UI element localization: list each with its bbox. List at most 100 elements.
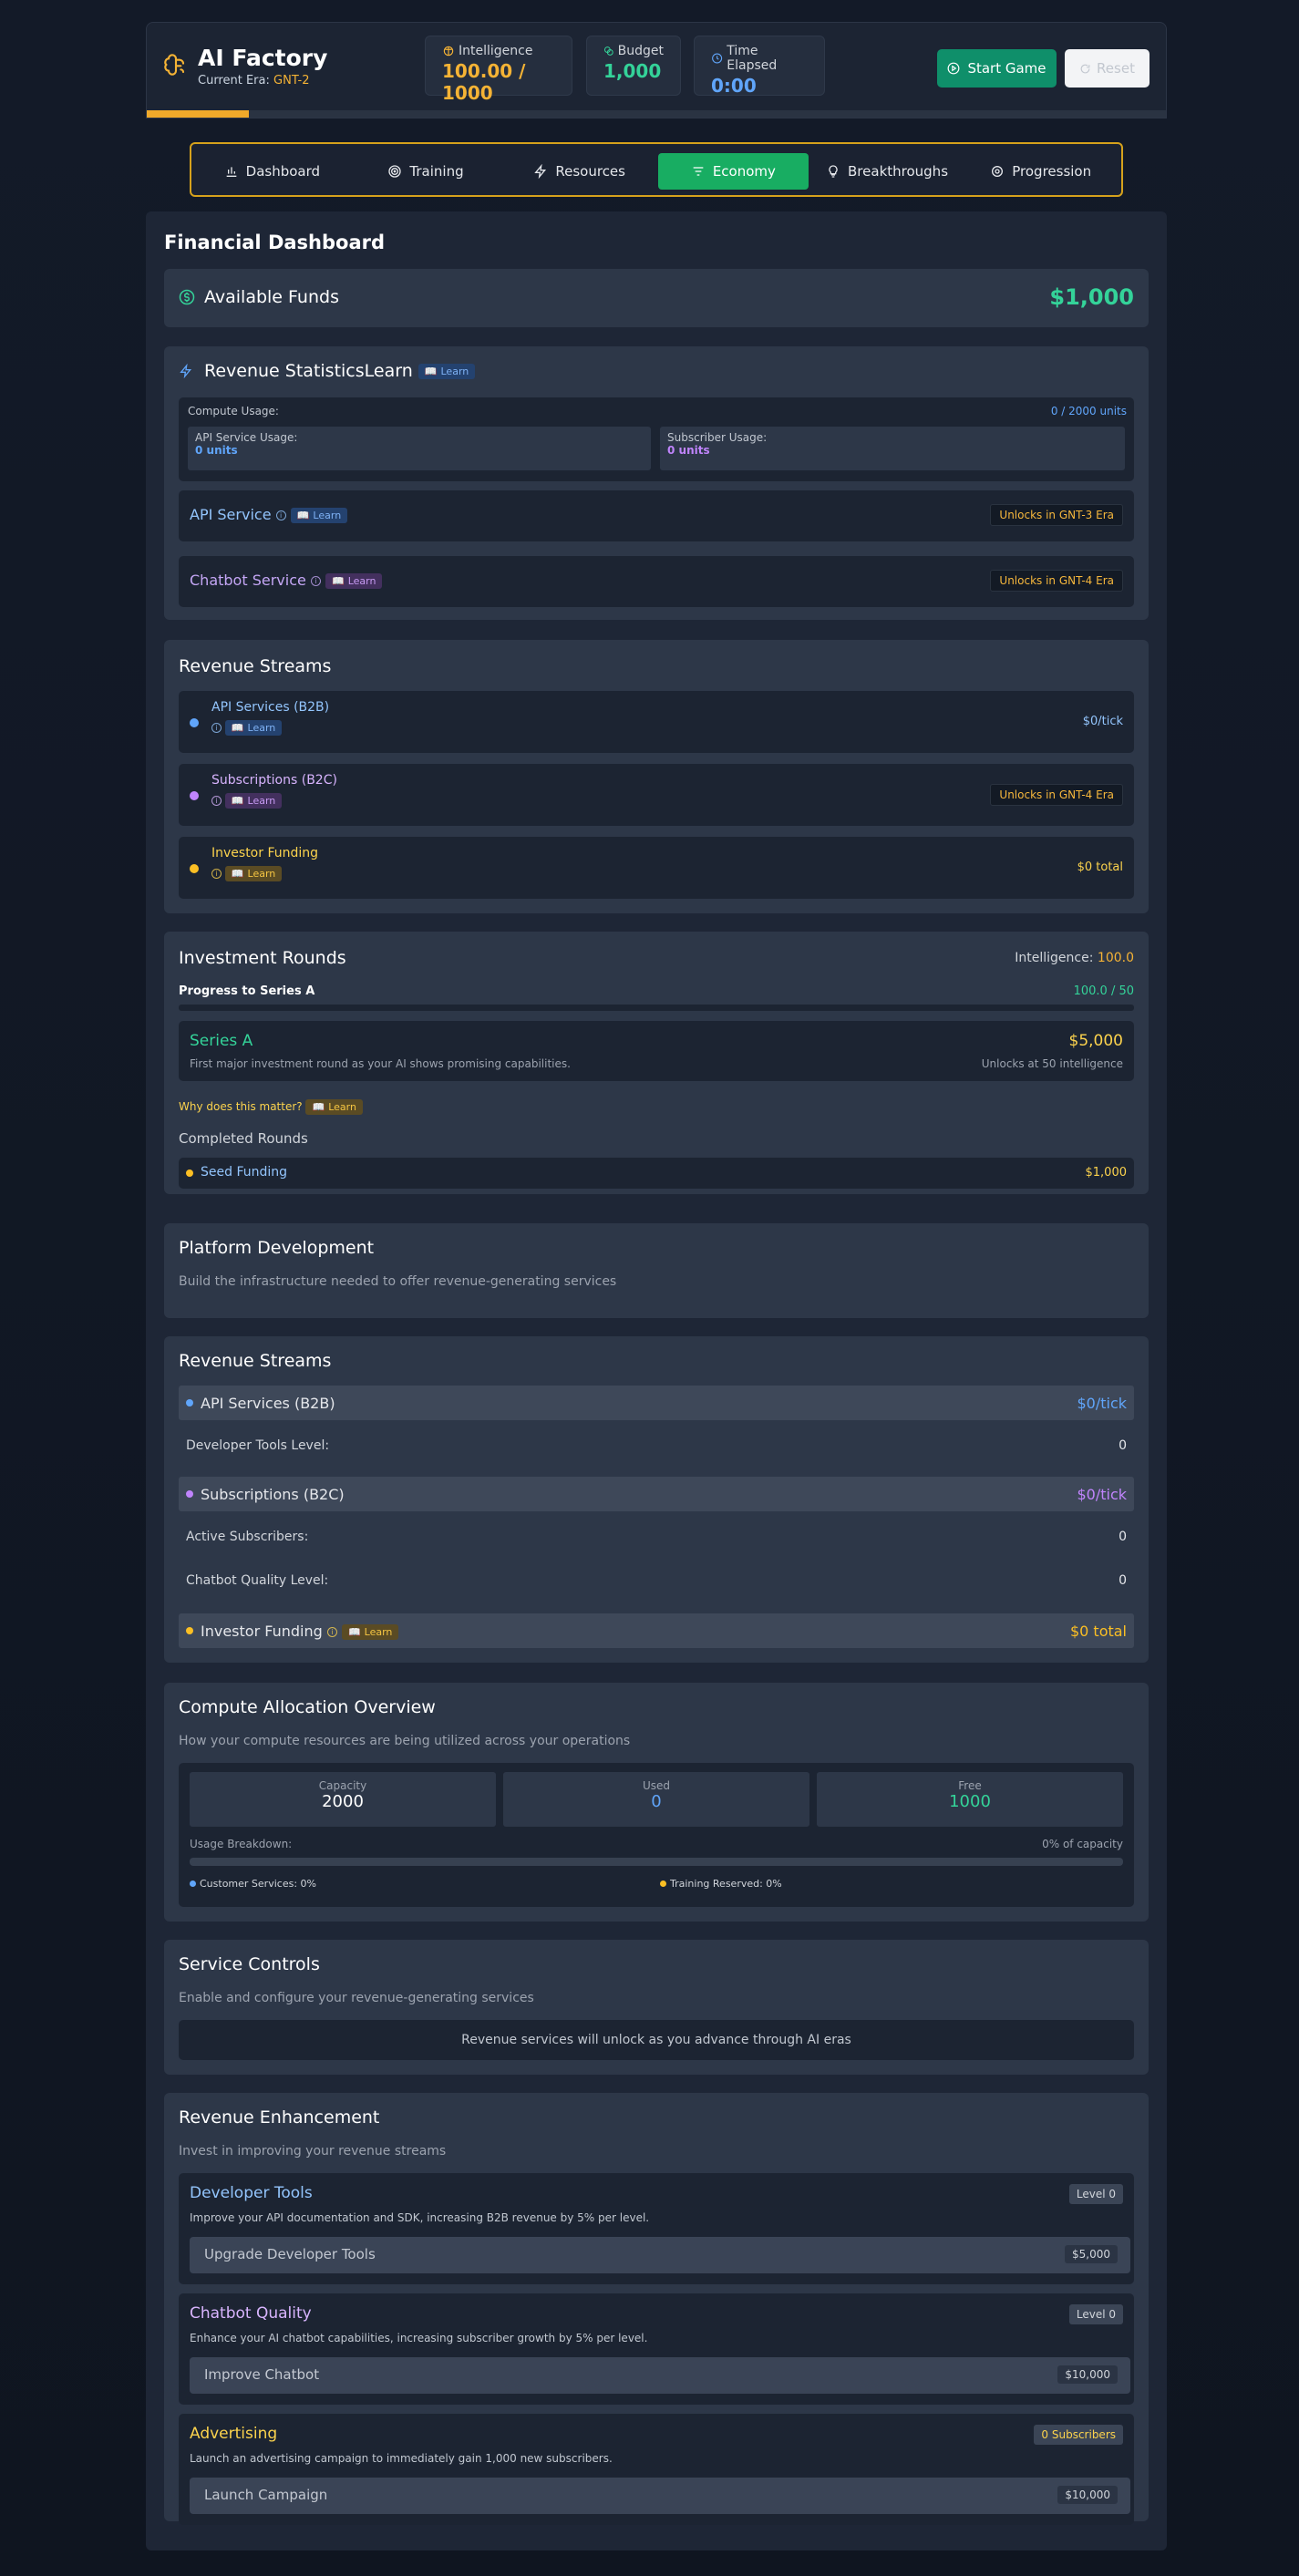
- subs-stream-header: Subscriptions (B2C) $0/tick: [179, 1477, 1134, 1511]
- current-era: Current Era: GNT-2: [198, 74, 310, 88]
- tab-dashboard[interactable]: Dashboard: [197, 153, 347, 190]
- info-icon[interactable]: i: [326, 1627, 337, 1637]
- service-notice: Revenue services will unlock as you adva…: [179, 2020, 1134, 2060]
- subscribers-badge: 0 Subscribers: [1034, 2425, 1123, 2445]
- price-tag: $10,000: [1057, 2365, 1118, 2384]
- play-icon: [948, 62, 960, 75]
- api-service-panel: API Service i 📖 Learn Unlocks in GNT-3 Er…: [179, 490, 1134, 541]
- revenue-streams-card: Revenue Streams API Services (B2B) i 📖 Le…: [164, 640, 1149, 913]
- info-icon[interactable]: i: [211, 723, 222, 733]
- compute-overview-panel: Capacity 2000 Used 0 Free 1000 Usage Bre…: [179, 1763, 1134, 1907]
- lightning-icon: [180, 364, 192, 378]
- era-progress-fill: [147, 110, 249, 118]
- book-icon: 📖: [296, 510, 310, 521]
- completed-round-row: Seed Funding $1,000: [179, 1158, 1134, 1189]
- brain-icon: [164, 54, 185, 76]
- lightning-icon: [534, 164, 547, 179]
- app-title: AI Factory: [198, 45, 328, 71]
- book-icon: 📖: [332, 575, 345, 587]
- revenue-statistics-title: Revenue StatisticsLearn 📖 Learn: [204, 361, 476, 381]
- refresh-icon: [1080, 64, 1090, 73]
- section-title: Compute Allocation Overview: [179, 1697, 436, 1717]
- stream-row-investor: Investor Funding i 📖 Learn $0 total: [179, 837, 1134, 899]
- section-title: Revenue Enhancement: [179, 2107, 380, 2128]
- developer-tools-panel: Developer Tools Level 0 Improve your API…: [179, 2173, 1134, 2284]
- section-title: Revenue Streams: [179, 656, 332, 676]
- learn-button[interactable]: 📖 Learn: [224, 866, 283, 881]
- reset-button[interactable]: Reset: [1065, 49, 1150, 88]
- budget-value: 1,000: [603, 60, 662, 82]
- coins-icon: [603, 46, 613, 56]
- price-tag: $5,000: [1065, 2245, 1118, 2263]
- learn-button[interactable]: 📖 Learn: [224, 720, 283, 736]
- tab-progression[interactable]: Progression: [965, 153, 1116, 190]
- intelligence-value: 100.00 / 1000: [442, 60, 526, 104]
- revenue-streams-detail-card: Revenue Streams API Services (B2B) $0/ti…: [164, 1336, 1149, 1663]
- tab-training[interactable]: Training: [351, 153, 501, 190]
- free-box: Free 1000: [817, 1772, 1123, 1827]
- section-title: Service Controls: [179, 1954, 320, 1974]
- subscriber-usage-box: Subscriber Usage: 0 units: [660, 427, 1125, 470]
- era-progress-bar: [147, 110, 1166, 118]
- capacity-box: Capacity 2000: [190, 1772, 496, 1827]
- api-usage-box: API Service Usage: 0 units: [188, 427, 651, 470]
- learn-button[interactable]: 📖 Learn: [341, 1624, 399, 1640]
- gear-icon: [992, 166, 1004, 177]
- status-dot: [186, 1170, 193, 1177]
- budget-stat: Budget 1,000: [586, 36, 681, 96]
- why-matter: Why does this matter? 📖 Learn: [179, 1099, 363, 1115]
- series-progress-fill: [179, 1005, 1134, 1011]
- revenue-statistics-card: Revenue StatisticsLearn 📖 Learn Compute U…: [164, 346, 1149, 620]
- unlock-badge: Unlocks in GNT-4 Era: [990, 570, 1123, 592]
- page-title: Financial Dashboard: [164, 232, 386, 253]
- clock-icon: [712, 53, 723, 64]
- revenue-enhancement-card: Revenue Enhancement Invest in improving …: [164, 2093, 1149, 2525]
- compute-usage-value: 0 / 2000 units: [1050, 405, 1127, 417]
- status-dot: [190, 791, 199, 800]
- improve-chatbot-button[interactable]: Improve Chatbot $10,000: [190, 2357, 1130, 2394]
- info-icon[interactable]: i: [211, 869, 222, 879]
- learn-button[interactable]: 📖 Learn: [418, 364, 476, 379]
- time-stat: Time Elapsed 0:00: [694, 36, 825, 97]
- section-title: Investment Rounds: [179, 948, 346, 968]
- learn-button[interactable]: 📖 Learn: [290, 508, 348, 523]
- legend-dot: [660, 1880, 666, 1887]
- platform-development-card: Platform Development Build the infrastru…: [164, 1223, 1149, 1318]
- launch-campaign-button[interactable]: Launch Campaign $10,000: [190, 2478, 1130, 2514]
- tab-resources[interactable]: Resources: [504, 153, 655, 190]
- tab-economy[interactable]: Economy: [658, 153, 809, 190]
- level-badge: Level 0: [1068, 2304, 1123, 2324]
- used-box: Used 0: [503, 1772, 809, 1827]
- unlock-badge: Unlocks in GNT-3 Era: [990, 504, 1123, 526]
- chatbot-service-label: Chatbot Service: [190, 572, 306, 589]
- stream-row-api: API Services (B2B) i 📖 Learn $0/tick: [179, 691, 1134, 753]
- financial-dashboard: Financial Dashboard Available Funds $1,0…: [146, 211, 1167, 2550]
- section-title: Platform Development: [179, 1238, 375, 1258]
- level-badge: Level 0: [1068, 2184, 1123, 2204]
- book-icon: 📖: [347, 1626, 361, 1638]
- api-stream-header: API Services (B2B) $0/tick: [179, 1386, 1134, 1420]
- learn-button[interactable]: 📖 Learn: [224, 793, 283, 809]
- bar-chart-icon: [226, 167, 236, 177]
- info-icon[interactable]: i: [275, 510, 286, 520]
- compute-usage-panel: Compute Usage: 0 / 2000 units API Servic…: [179, 397, 1134, 481]
- api-service-label: API Service: [190, 506, 272, 523]
- tab-breakthroughs[interactable]: Breakthroughs: [812, 153, 963, 190]
- series-progress-bar: [179, 1005, 1134, 1011]
- info-icon[interactable]: i: [211, 796, 222, 806]
- start-game-button[interactable]: Start Game: [937, 49, 1057, 88]
- usage-bar: [190, 1858, 1123, 1866]
- book-icon: 📖: [231, 795, 244, 807]
- learn-button[interactable]: 📖 Learn: [325, 573, 383, 589]
- info-icon[interactable]: i: [310, 576, 321, 586]
- available-funds-card: Available Funds $1,000: [164, 269, 1149, 327]
- era-value: GNT-2: [273, 74, 310, 88]
- upgrade-developer-tools-button[interactable]: Upgrade Developer Tools $5,000: [190, 2237, 1130, 2273]
- legend-dot: [190, 1880, 196, 1887]
- available-funds-label: Available Funds: [204, 287, 339, 307]
- brand: AI Factory Current Era: GNT-2: [161, 45, 327, 88]
- learn-button[interactable]: 📖 Learn: [305, 1099, 363, 1115]
- advertising-panel: Advertising 0 Subscribers Launch an adve…: [179, 2414, 1134, 2525]
- investment-rounds-card: Investment Rounds Intelligence: 100.0 Pr…: [164, 932, 1149, 1194]
- status-dot: [186, 1399, 193, 1406]
